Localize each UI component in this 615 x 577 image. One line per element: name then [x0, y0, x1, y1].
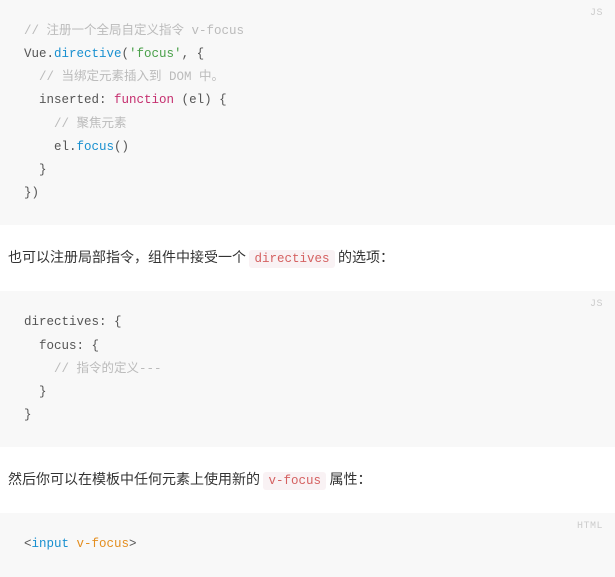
- code-block-2: JS directives: { focus: { // 指令的定义--- }}: [0, 291, 615, 447]
- code-lang-label: JS: [590, 8, 603, 19]
- para-text: 属性：: [326, 472, 371, 488]
- code-lang-label: JS: [590, 299, 603, 310]
- code-content-1: // 注册一个全局自定义指令 v-focusVue.directive('foc…: [24, 20, 591, 205]
- para-text: 也可以注册局部指令，组件中接受一个: [8, 250, 249, 266]
- paragraph-1: 也可以注册局部指令，组件中接受一个 directives 的选项：: [0, 225, 615, 291]
- inline-code-directives: directives: [249, 250, 334, 268]
- para-text: 的选项：: [335, 250, 394, 266]
- para-text: 然后你可以在模板中任何元素上使用新的: [8, 472, 263, 488]
- code-lang-label: HTML: [577, 521, 603, 532]
- inline-code-vfocus: v-focus: [263, 472, 326, 490]
- code-block-1: JS // 注册一个全局自定义指令 v-focusVue.directive('…: [0, 0, 615, 225]
- code-block-3: HTML <input v-focus>: [0, 513, 615, 576]
- paragraph-2: 然后你可以在模板中任何元素上使用新的 v-focus 属性：: [0, 447, 615, 513]
- code-content-3: <input v-focus>: [24, 533, 591, 556]
- code-content-2: directives: { focus: { // 指令的定义--- }}: [24, 311, 591, 427]
